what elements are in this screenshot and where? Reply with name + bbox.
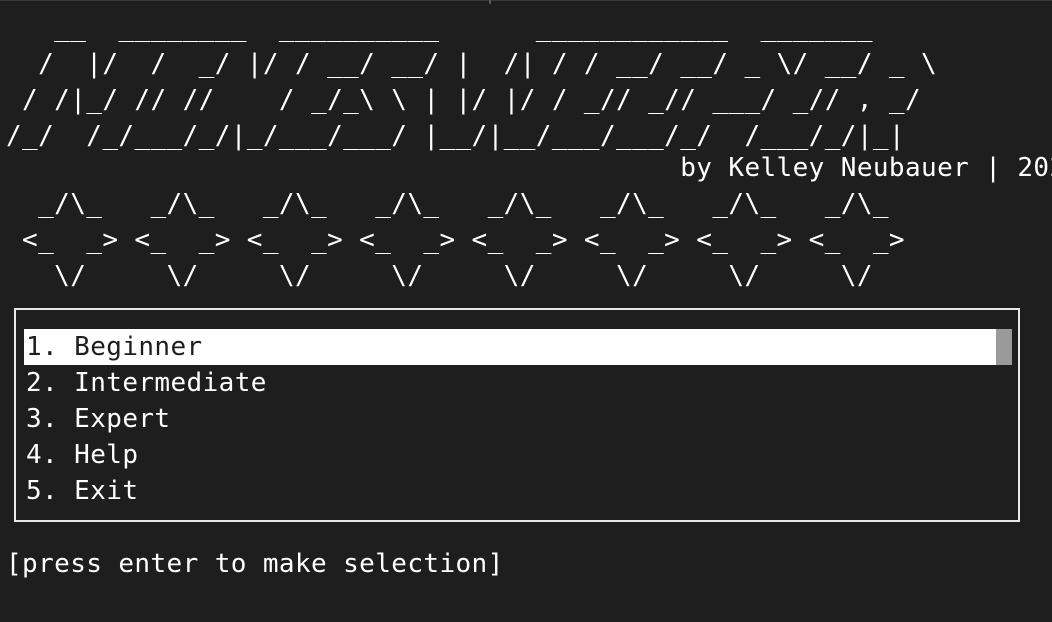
- menu-item-expert[interactable]: 3. Expert: [24, 401, 1012, 437]
- menu-list: 1. Beginner 2. Intermediate 3. Expert 4.…: [24, 329, 1012, 509]
- difficulty-menu: 1. Beginner 2. Intermediate 3. Expert 4.…: [14, 308, 1020, 522]
- pane-divider-marker: [489, 0, 491, 4]
- selection-hint: [press enter to make selection]: [6, 549, 504, 579]
- window-top-border: [0, 0, 1052, 1]
- menu-item-help[interactable]: 4. Help: [24, 437, 1012, 473]
- diamond-ascii-border: _/\_ _/\_ _/\_ _/\_ _/\_ _/\_ _/\_ _/\_ …: [22, 189, 905, 291]
- author-byline: by Kelley Neubauer | 2020: [6, 153, 1052, 183]
- minesweeper-ascii-logo: __ ________ __________ ____________ ____…: [6, 13, 938, 151]
- menu-scroll-thumb[interactable]: [996, 329, 1012, 365]
- menu-item-exit[interactable]: 5. Exit: [24, 473, 1012, 509]
- menu-item-intermediate[interactable]: 2. Intermediate: [24, 365, 1012, 401]
- menu-item-beginner[interactable]: 1. Beginner: [24, 329, 996, 365]
